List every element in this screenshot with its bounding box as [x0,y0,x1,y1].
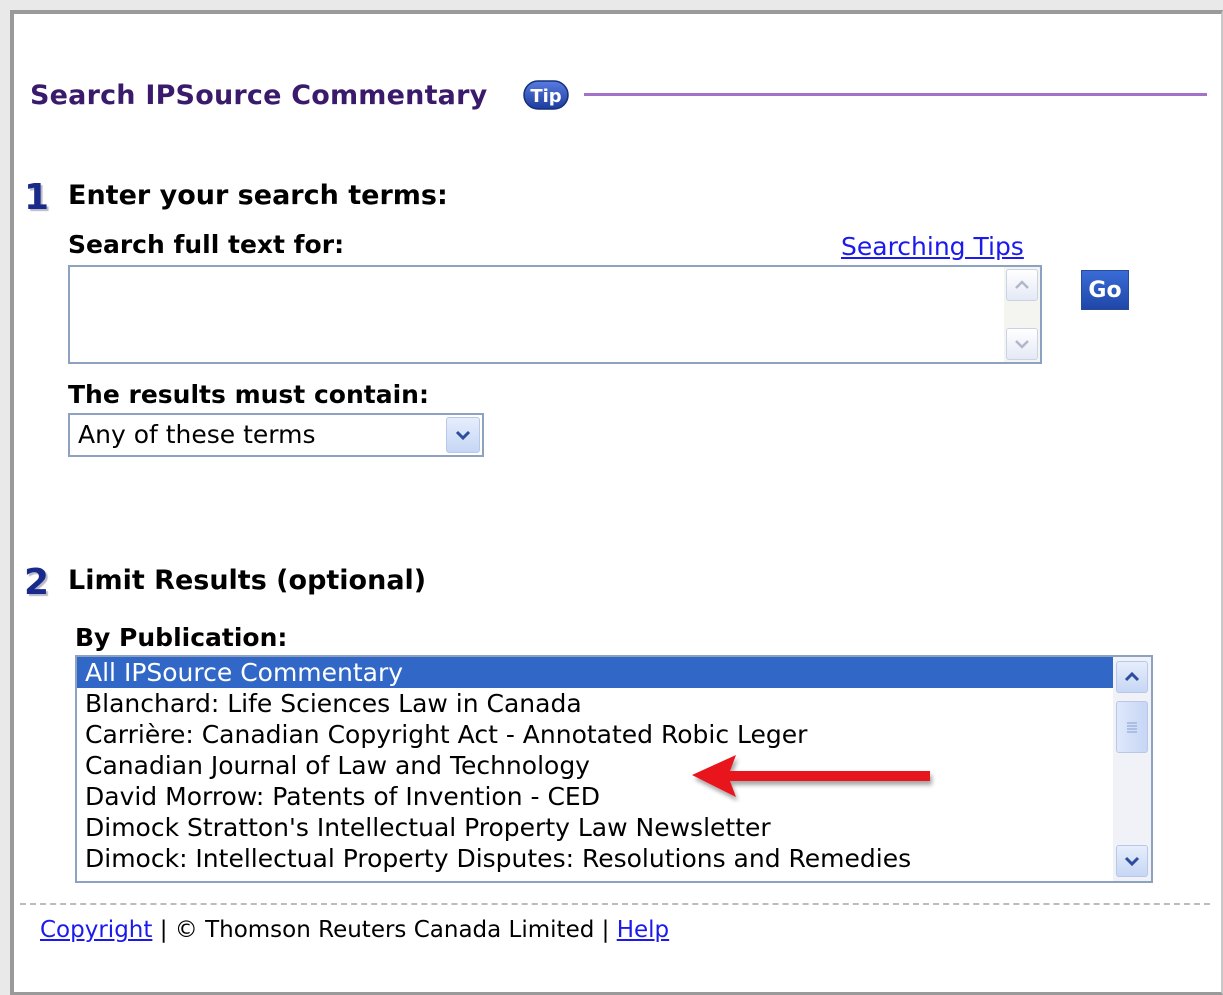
publication-option[interactable]: Blanchard: Life Sciences Law in Canada [77,688,1113,719]
footer: Copyright | © Thomson Reuters Canada Lim… [40,917,669,943]
publication-option[interactable]: Canadian Journal of Law and Technology [77,750,1113,781]
results-must-contain-label: The results must contain: [68,380,429,409]
page-title: Search IPSource Commentary [30,80,488,111]
by-publication-label: By Publication: [75,623,288,652]
step-2-number: 2 [24,562,50,603]
footer-separator: | [594,917,617,943]
footer-divider [20,903,1210,905]
chevron-up-icon [1015,280,1029,289]
list-scroll-up-button[interactable] [1116,661,1148,693]
tip-badge-icon[interactable]: Tip [522,78,570,112]
publication-option[interactable]: Carrière: Canadian Copyright Act - Annot… [77,719,1113,750]
header-divider [584,93,1207,96]
match-mode-select[interactable]: Any of these terms [68,413,484,457]
company-name: © Thomson Reuters Canada Limited [174,917,595,943]
search-textarea-scrollbar[interactable] [1004,267,1040,362]
footer-separator: | [152,917,175,943]
list-scroll-thumb[interactable] [1116,701,1148,753]
chevron-down-icon [1015,340,1029,349]
publication-option[interactable]: David Morrow: Patents of Invention - CED [77,781,1113,812]
chevron-down-icon [1124,856,1140,867]
step-1-heading: Enter your search terms: [68,180,448,211]
publication-list-scrollbar[interactable] [1113,657,1151,881]
publication-listbox[interactable]: All IPSource Commentary Blanchard: Life … [75,655,1153,883]
chevron-up-icon [1124,671,1140,682]
copyright-link[interactable]: Copyright [40,917,152,943]
search-text-input[interactable] [70,267,1004,362]
select-dropdown-button[interactable] [446,417,480,453]
red-arrow-icon [692,755,930,797]
chevron-down-icon [455,430,471,441]
search-textarea-container [68,265,1042,364]
help-link[interactable]: Help [617,917,669,943]
list-scroll-down-button[interactable] [1116,845,1148,877]
step-1-number: 1 [24,177,50,218]
publication-option[interactable]: Dimock Stratton's Intellectual Property … [77,812,1113,843]
match-mode-selected-value: Any of these terms [78,420,316,449]
scroll-down-button[interactable] [1006,328,1038,360]
publication-list: All IPSource Commentary Blanchard: Life … [77,657,1113,874]
search-full-text-label: Search full text for: [68,230,345,259]
scroll-up-button[interactable] [1006,269,1038,301]
step-2-heading: Limit Results (optional) [68,565,427,596]
go-button[interactable]: Go [1081,270,1129,310]
publication-option[interactable]: All IPSource Commentary [77,657,1113,688]
publication-option[interactable]: Dimock: Intellectual Property Disputes: … [77,843,1113,874]
tip-icon-label: Tip [530,86,561,107]
searching-tips-link[interactable]: Searching Tips [841,232,1024,261]
grip-lines-icon [1127,722,1137,733]
